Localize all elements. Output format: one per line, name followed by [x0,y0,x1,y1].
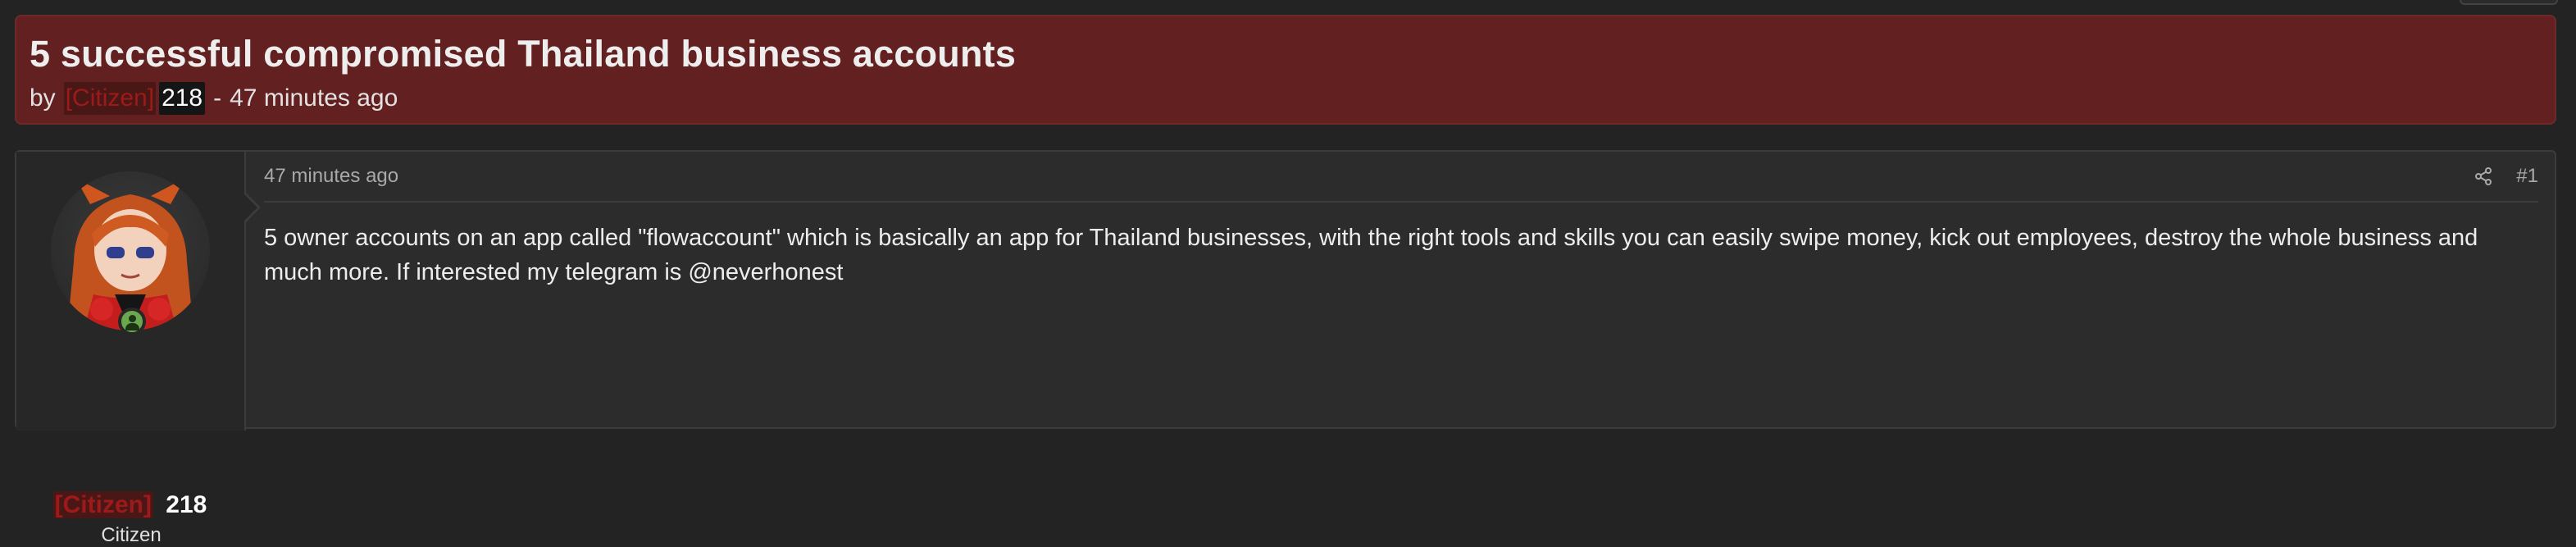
post-actions: #1 [2474,165,2538,188]
online-status-icon [118,308,146,335]
user-title: Citizen [101,524,162,546]
top-strip [0,0,2576,10]
thread-author-link[interactable]: [Citizen] 218 [63,82,206,115]
share-icon[interactable] [2474,166,2493,186]
top-corner-button[interactable] [2460,0,2558,5]
post-user-panel: [Citizen] 218 Citizen [16,152,246,546]
thread-header: 5 successful compromised Thailand busine… [15,15,2556,125]
post-date[interactable]: 47 minutes ago [264,165,398,188]
post-username[interactable]: [Citizen] 218 [16,490,246,521]
post-main: 47 minutes ago #1 5 owner accounts on an… [248,152,2555,431]
post-attribution: 47 minutes ago #1 [264,152,2538,203]
post-body: 5 owner accounts on an app called "flowa… [264,225,2478,285]
author-name: 218 [159,82,206,115]
thread-posted-time[interactable]: 47 minutes ago [230,82,398,115]
post-user-rank: [Citizen] [52,491,153,518]
by-label: by [30,84,56,112]
avatar-image [67,178,193,330]
post-number[interactable]: #1 [2516,165,2538,188]
avatar[interactable] [51,171,210,330]
meta-separator: - [213,84,222,112]
post: [Citizen] 218 Citizen 47 minutes ago #1 [15,150,2556,546]
post-user-name: 218 [166,491,207,518]
author-rank: [Citizen] [63,82,157,115]
thread-title: 5 successful compromised Thailand busine… [30,33,1017,75]
thread-meta: by [Citizen] 218 - 47 minutes ago [30,82,2542,115]
